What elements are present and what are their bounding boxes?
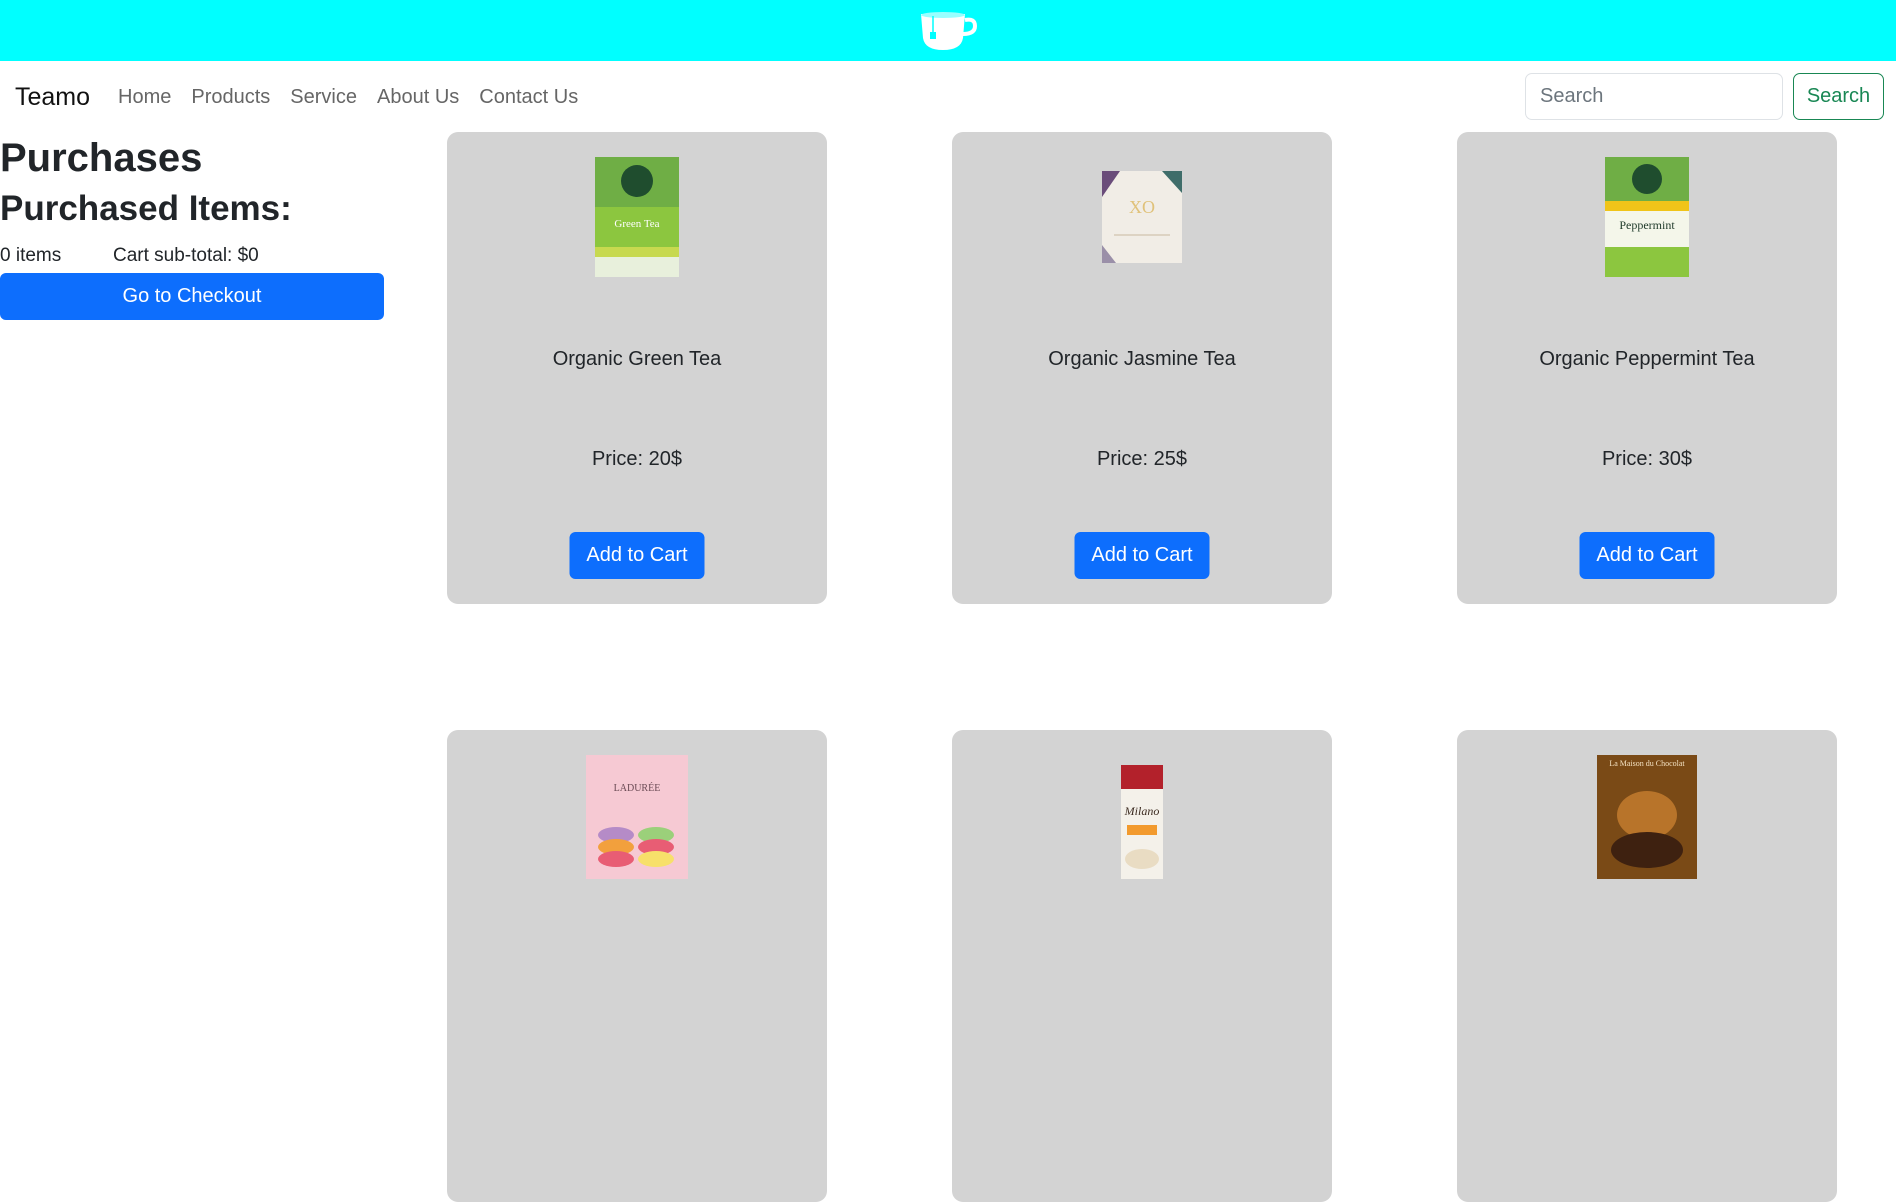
product-price: Price: 25$	[1096, 448, 1188, 470]
nav-contact-us[interactable]: Contact Us	[479, 86, 578, 109]
nav-products[interactable]: Products	[191, 86, 270, 109]
item-count: 0 items	[0, 245, 62, 266]
product-card: Milano	[952, 730, 1332, 1202]
add-to-cart-button[interactable]: Add to Cart	[1579, 532, 1715, 579]
cart-subtotal: Cart sub-total: $0	[113, 245, 259, 266]
product-card: Peppermint Organic Peppermint Tea Price:…	[1457, 132, 1837, 604]
search-button[interactable]: Search	[1793, 73, 1884, 120]
chocolate-box-image: La Maison du Chocolat	[1597, 755, 1697, 879]
brand-link[interactable]: Teamo	[15, 83, 90, 112]
green-tea-box-image: Green Tea	[595, 157, 679, 277]
svg-text:La Maison du Chocolat: La Maison du Chocolat	[1609, 759, 1685, 768]
product-card: LADURÉE	[447, 730, 827, 1202]
svg-text:Milano: Milano	[1124, 804, 1160, 818]
product-name: Organic Peppermint Tea	[1539, 348, 1755, 370]
product-card: Green Tea Organic Green Tea Price: 20$ A…	[447, 132, 827, 604]
svg-text:LADURÉE: LADURÉE	[614, 782, 661, 794]
svg-text:Peppermint: Peppermint	[1619, 218, 1675, 232]
product-card: XO Organic Jasmine Tea Price: 25$ Add to…	[952, 132, 1332, 604]
milano-cookies-image: Milano	[1121, 765, 1163, 879]
product-card: La Maison du Chocolat	[1457, 730, 1837, 1202]
nav-about-us[interactable]: About Us	[377, 86, 459, 109]
svg-text:Green Tea: Green Tea	[614, 218, 659, 230]
jasmine-tea-box-image: XO	[1102, 171, 1182, 263]
tea-cup-icon	[921, 12, 978, 50]
checkout-button[interactable]: Go to Checkout	[0, 273, 384, 320]
product-name: Organic Jasmine Tea	[1048, 348, 1236, 370]
product-price: Price: 20$	[591, 448, 683, 470]
purchases-panel: Purchases Purchased Items: 0 items Cart …	[0, 133, 390, 320]
top-banner	[0, 0, 1896, 61]
purchases-title: Purchases	[0, 136, 203, 180]
product-price: Price: 30$	[1601, 448, 1693, 470]
nav-links: Home Products Service About Us Contact U…	[118, 86, 578, 109]
navbar: Teamo Home Products Service About Us Con…	[0, 61, 1896, 133]
nav-service[interactable]: Service	[290, 86, 357, 109]
search-input[interactable]	[1525, 73, 1783, 120]
laduree-macarons-image: LADURÉE	[586, 755, 688, 879]
product-name: Organic Green Tea	[552, 348, 722, 370]
add-to-cart-button[interactable]: Add to Cart	[1074, 532, 1210, 579]
nav-home[interactable]: Home	[118, 86, 171, 109]
add-to-cart-button[interactable]: Add to Cart	[569, 532, 705, 579]
svg-text:XO: XO	[1129, 197, 1155, 217]
cart-summary: 0 items Cart sub-total: $0	[0, 245, 390, 269]
purchased-items-heading: Purchased Items:	[0, 189, 292, 228]
peppermint-tea-box-image: Peppermint	[1605, 157, 1689, 277]
